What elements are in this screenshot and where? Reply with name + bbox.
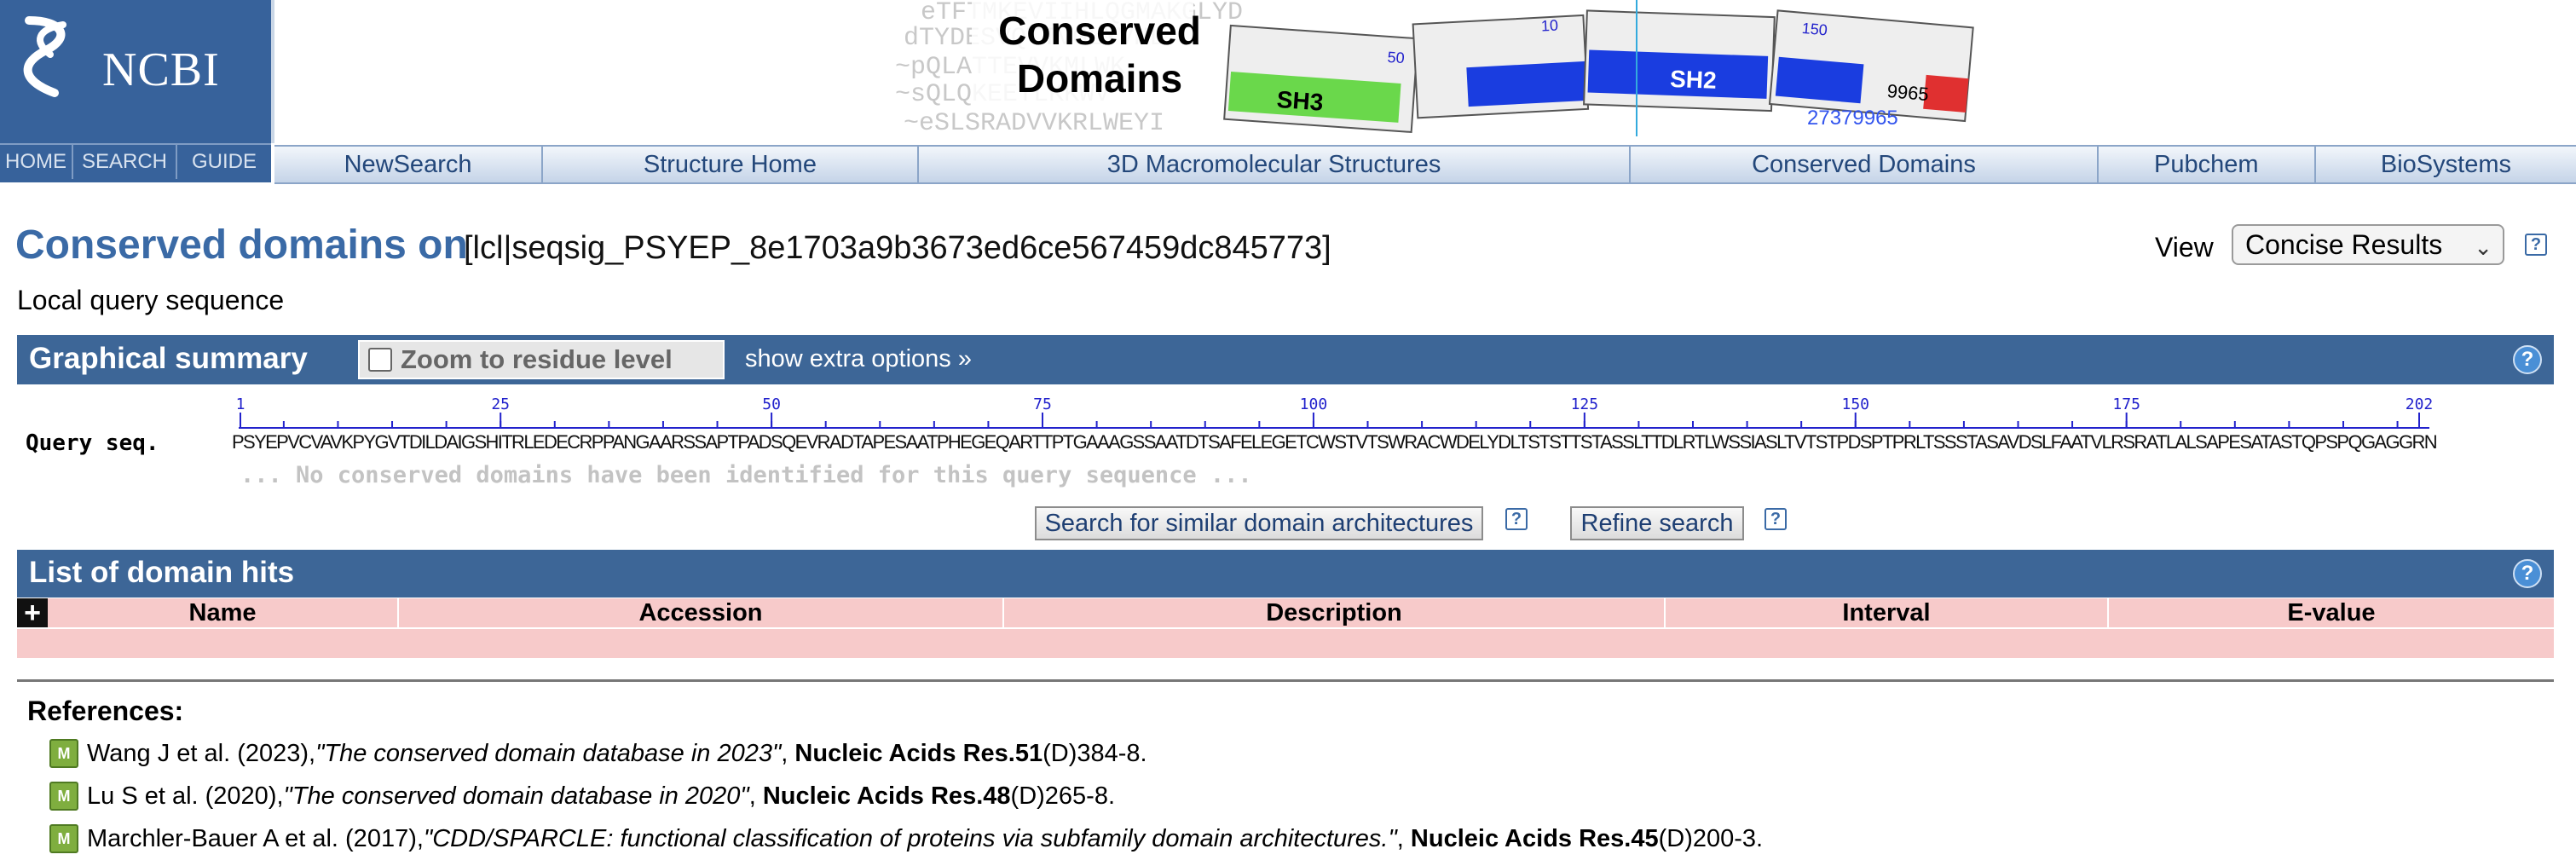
ncbi-top-nav: HOME SEARCH GUIDE — [0, 143, 271, 182]
query-seq-label: Query seq. — [26, 430, 159, 456]
column-description[interactable]: Description — [1004, 598, 1666, 627]
refine-search-help-icon[interactable]: ? — [1765, 508, 1787, 530]
show-extra-options-link[interactable]: show extra options » — [745, 345, 972, 373]
banner-title: Conserved Domains — [980, 7, 1219, 102]
reference-volume: 51 — [1014, 739, 1043, 767]
reference-authors: Marchler-Bauer A et al. (2017), — [87, 824, 424, 852]
reference-pages: (D)200-3. — [1658, 824, 1764, 852]
query-sequence: PSYEPVCVAVKPYGVTDILDAIGSHITRLEDECRPPANGA… — [232, 431, 2438, 453]
reference-separator: , — [1396, 824, 1411, 852]
zoom-toggle[interactable]: Zoom to residue level — [358, 340, 725, 379]
reference-title: "The conserved domain database in 2020" — [283, 782, 749, 810]
search-similar-help-icon[interactable]: ? — [1505, 508, 1528, 530]
query-id: [lcl|seqsig_PSYEP_8e1703a9b3673ed6ce5674… — [464, 230, 1331, 266]
ruler-label: 175 — [2112, 395, 2140, 413]
column-evalue[interactable]: E-value — [2109, 598, 2554, 627]
reference-title: "The conserved domain database in 2023" — [315, 739, 782, 767]
reference-journal[interactable]: Nucleic Acids Res. — [794, 740, 1014, 768]
conserved-domains-banner: eTFTMKEVIIHLQGMAKGLYD dTYDESVQTTVGLYVHL … — [869, 0, 1995, 143]
reference-title: "CDD/SPARCLE: functional classification … — [423, 824, 1397, 852]
graphical-summary-title: Graphical summary — [29, 342, 308, 375]
domain-hits-help-icon[interactable]: ? — [2513, 559, 2542, 588]
chevron-down-icon: ⌄ — [2474, 234, 2492, 260]
reference-authors: Wang J et al. (2023), — [87, 739, 316, 767]
nav-3d-structures[interactable]: 3D Macromolecular Structures — [919, 147, 1632, 182]
reference-separator: , — [781, 739, 795, 767]
sequence-ruler: 1 25 50 75 100 125 150 175 202 — [236, 395, 2434, 429]
nav-search-link[interactable]: SEARCH — [73, 145, 177, 179]
page-title: Conserved domains on — [15, 222, 468, 268]
column-interval[interactable]: Interval — [1666, 598, 2109, 627]
reference-journal[interactable]: Nucleic Acids Res. — [763, 782, 983, 811]
svg-text:SH2: SH2 — [1670, 66, 1718, 94]
domain-hits-empty-row — [17, 629, 2554, 658]
ruler-label: 1 — [236, 395, 245, 413]
ncbi-logo[interactable]: NCBI — [0, 0, 271, 143]
ruler-labels: 1 25 50 75 100 125 150 175 202 — [236, 395, 2434, 413]
column-name[interactable]: Name — [17, 598, 399, 627]
reference-item: M Marchler-Bauer A et al. (2017), "CDD/S… — [49, 822, 1763, 856]
ruler-label: 50 — [762, 395, 781, 413]
svg-text:27379965: 27379965 — [1807, 107, 1898, 130]
ncbi-helix-icon — [23, 16, 66, 97]
nav-biosystems[interactable]: BioSystems — [2316, 147, 2576, 182]
main-navigation: NewSearch Structure Home 3D Macromolecul… — [274, 145, 2576, 184]
banner-title-line2: Domains — [1016, 56, 1183, 101]
svg-text:10: 10 — [1540, 17, 1558, 35]
section-divider — [17, 679, 2554, 682]
nav-structure-home[interactable]: Structure Home — [543, 147, 919, 182]
view-select[interactable]: Concise Results ⌄ — [2232, 224, 2504, 265]
reference-separator: , — [748, 782, 763, 810]
ruler-label: 100 — [1300, 395, 1328, 413]
ruler-ticks — [240, 413, 2420, 428]
medline-icon[interactable]: M — [49, 739, 78, 768]
zoom-label: Zoom to residue level — [401, 344, 673, 374]
query-subtitle: Local query sequence — [17, 285, 285, 315]
graphical-summary-bar: Graphical summary Zoom to residue level … — [17, 335, 2554, 384]
reference-journal[interactable]: Nucleic Acids Res. — [1411, 825, 1631, 853]
view-help-icon[interactable]: ? — [2525, 234, 2547, 256]
nav-conserved-domains[interactable]: Conserved Domains — [1631, 147, 2099, 182]
ruler-label: 25 — [491, 395, 510, 413]
medline-icon[interactable]: M — [49, 824, 78, 853]
reference-item: M Wang J et al. (2023), "The conserved d… — [49, 736, 1147, 771]
reference-pages: (D)265-8. — [1010, 782, 1116, 810]
reference-pages: (D)384-8. — [1043, 739, 1147, 767]
svg-text:150: 150 — [1801, 20, 1828, 39]
page-header: NCBI HOME SEARCH GUIDE eTFTMKEVIIHLQGMAK… — [0, 0, 2576, 184]
nav-pubchem[interactable]: Pubchem — [2099, 147, 2316, 182]
ruler-label: 75 — [1033, 395, 1052, 413]
domain-hits-table-header: + Name Accession Description Interval E-… — [17, 598, 2554, 627]
zoom-checkbox[interactable] — [368, 348, 392, 372]
view-select-value: Concise Results — [2245, 228, 2443, 260]
banner-sh3-label: SH3 — [1276, 86, 1324, 116]
reference-volume: 45 — [1631, 824, 1659, 852]
banner-title-line1: Conserved — [998, 9, 1201, 53]
nav-home-link[interactable]: HOME — [0, 145, 73, 179]
references-title: References: — [27, 696, 184, 726]
reference-authors: Lu S et al. (2020), — [87, 782, 284, 810]
logo-divider — [271, 0, 274, 143]
nav-newsearch[interactable]: NewSearch — [274, 147, 544, 182]
svg-text:9965: 9965 — [1886, 80, 1930, 105]
expand-all-icon[interactable]: + — [17, 598, 48, 627]
ruler-label: 202 — [2406, 395, 2434, 413]
svg-text:50: 50 — [1387, 49, 1405, 66]
ncbi-logo-text: NCBI — [102, 43, 220, 96]
graphical-summary-help-icon[interactable]: ? — [2513, 345, 2542, 374]
column-accession[interactable]: Accession — [399, 598, 1004, 627]
domain-hits-bar: List of domain hits ? — [17, 550, 2554, 598]
ruler-label: 150 — [1841, 395, 1869, 413]
domain-hits-title: List of domain hits — [29, 556, 295, 589]
view-label: View — [2155, 232, 2214, 263]
nav-guide-link[interactable]: GUIDE — [177, 145, 271, 179]
reference-volume: 48 — [983, 782, 1011, 810]
svg-text:~eSLSRADVVKRLWEYI: ~eSLSRADVVKRLWEYI — [904, 109, 1164, 138]
refine-search-button[interactable]: Refine search — [1570, 506, 1744, 540]
search-similar-architectures-button[interactable]: Search for similar domain architectures — [1035, 506, 1483, 540]
ruler-label: 125 — [1571, 395, 1599, 413]
no-domains-message: ... No conserved domains have been ident… — [240, 462, 1252, 488]
reference-item: M Lu S et al. (2020), "The conserved dom… — [49, 779, 1115, 813]
medline-icon[interactable]: M — [49, 782, 78, 811]
